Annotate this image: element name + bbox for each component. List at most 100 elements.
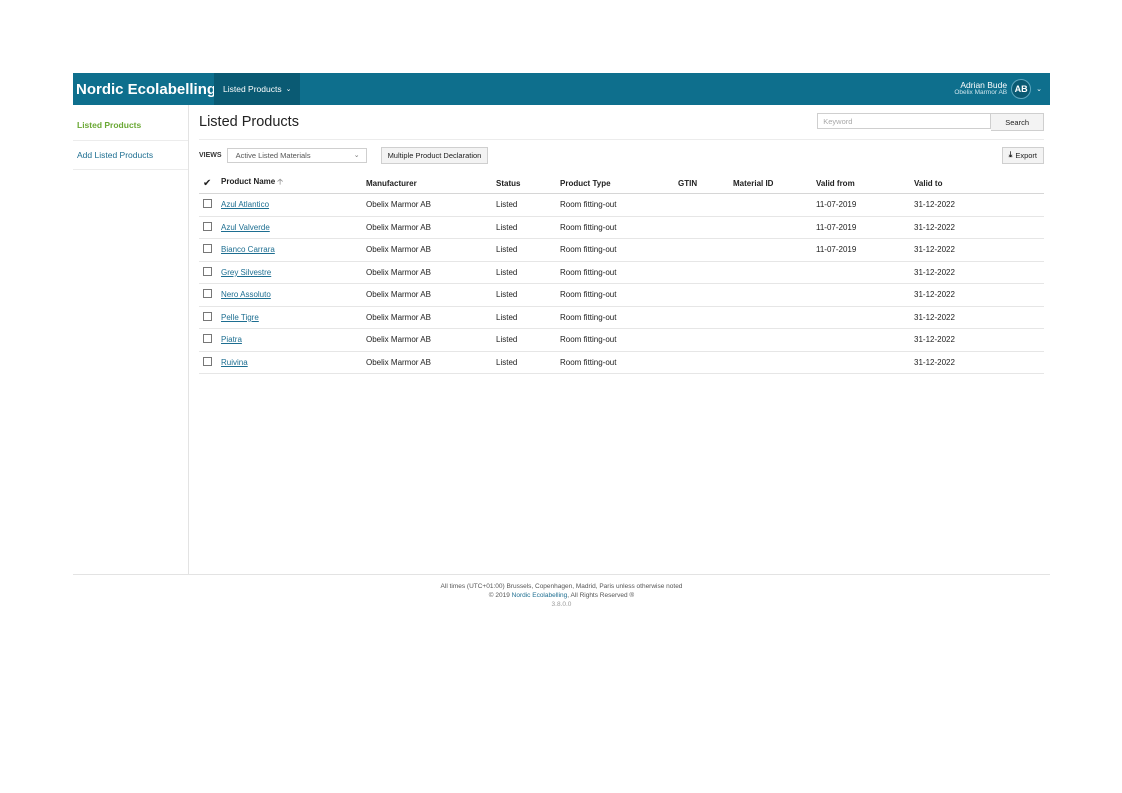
material-id-cell (733, 306, 816, 329)
table-header-row: ✔ Product Name 🡡 Manufacturer Status Prod… (199, 173, 1044, 194)
product-type-cell: Room fitting-out (560, 216, 678, 239)
table-row[interactable]: Pelle Tigre Obelix Marmor AB Listed Room fi… (199, 306, 1044, 329)
valid-to-cell: 31-12-2022 (914, 261, 1044, 284)
column-header-material-id[interactable]: Material ID (733, 173, 816, 194)
valid-from-cell: 11-07-2019 (816, 238, 914, 262)
column-header-gtin[interactable]: GTIN (678, 173, 733, 194)
product-type-cell: Room fitting-out (560, 193, 678, 217)
valid-from-cell: 11-07-2019 (816, 216, 914, 239)
copyright: © 2019 Nordic Ecolabelling, All Rights R… (488, 591, 635, 599)
row-checkbox[interactable] (203, 266, 212, 276)
product-type-cell: Room fitting-out (560, 261, 678, 284)
product-name-link[interactable]: Grey Silvestre (221, 268, 271, 277)
table-row[interactable]: Bianco Carrara Obelix Marmor AB Listed Room… (199, 238, 1044, 262)
material-id-cell (733, 238, 816, 262)
gtin-cell (678, 216, 733, 239)
chevron-down-icon[interactable]: ⌄ (1036, 85, 1042, 93)
material-id-cell (733, 193, 816, 217)
valid-from-cell (816, 328, 914, 352)
product-name-link[interactable]: Nero Assoluto (221, 290, 271, 299)
nav-label: Listed Products (223, 84, 282, 94)
product-name-link[interactable]: Piatra (221, 335, 242, 344)
download-icon: ⤓ (1008, 150, 1013, 159)
material-id-cell (733, 261, 816, 284)
chevron-down-icon: ⌄ (285, 86, 292, 93)
user-menu[interactable]: Adrian Bude Obelix Marmor AB AB ⌄ (954, 73, 1050, 105)
brand-logo[interactable]: Nordic Ecolabelling (73, 73, 216, 105)
gtin-cell (678, 328, 733, 352)
table-row[interactable]: Grey Silvestre Obelix Marmor AB Listed Room… (199, 261, 1044, 284)
multiple-product-declaration-button[interactable]: Multiple Product Declaration (380, 146, 489, 164)
avatar[interactable]: AB (1011, 79, 1032, 99)
product-name-link[interactable]: Pelle Tigre (221, 313, 259, 322)
row-checkbox[interactable] (203, 289, 212, 299)
row-checkbox[interactable] (203, 334, 212, 344)
app-frame: Nordic Ecolabelling Listed Products ⌄ Ad… (73, 73, 1050, 609)
row-checkbox[interactable] (203, 356, 212, 366)
status-cell: Listed (496, 238, 560, 262)
sidebar-item-listed-products[interactable]: Listed Products (73, 105, 188, 141)
table-row[interactable]: Nero Assoluto Obelix Marmor AB Listed Room … (199, 283, 1044, 307)
table-row[interactable]: Piatra Obelix Marmor AB Listed Room fitting… (199, 328, 1044, 352)
product-type-cell: Room fitting-out (560, 283, 678, 307)
row-checkbox[interactable] (203, 311, 212, 321)
products-table: ✔ Product Name 🡡 Manufacturer Status Prod… (199, 173, 1044, 374)
main-panel: Listed Products Search VIEWS Active List… (189, 105, 1050, 574)
table-row[interactable]: Azul Atlantico Obelix Marmor AB Listed Room… (199, 193, 1044, 217)
column-header-product-type[interactable]: Product Type (560, 173, 678, 194)
footer: All times (UTC+01:00) Brussels, Copenhag… (73, 583, 1050, 609)
product-name-link[interactable]: Bianco Carrara (221, 245, 275, 254)
column-header-manufacturer[interactable]: Manufacturer (366, 173, 496, 194)
valid-to-cell: 31-12-2022 (914, 193, 1044, 217)
manufacturer-cell: Obelix Marmor AB (366, 261, 496, 284)
table-row[interactable]: Ruivina Obelix Marmor AB Listed Room fittin… (199, 351, 1044, 374)
chevron-down-icon: ⌄ (353, 152, 360, 159)
search-input[interactable] (817, 113, 992, 129)
product-type-cell: Room fitting-out (560, 351, 678, 374)
valid-to-cell: 31-12-2022 (914, 328, 1044, 352)
gtin-cell (678, 261, 733, 284)
sort-up-icon: 🡡 (277, 177, 283, 186)
user-org: Obelix Marmor AB (954, 89, 1008, 97)
product-type-cell: Room fitting-out (560, 238, 678, 262)
column-header-valid-to[interactable]: Valid to (914, 173, 1044, 194)
column-header-valid-from[interactable]: Valid from (816, 173, 914, 194)
gtin-cell (678, 351, 733, 374)
product-type-cell: Room fitting-out (560, 328, 678, 352)
manufacturer-cell: Obelix Marmor AB (366, 351, 496, 374)
sidebar-item-label: Add Listed Products (77, 150, 154, 160)
valid-to-cell: 31-12-2022 (914, 238, 1044, 262)
status-cell: Listed (496, 328, 560, 352)
material-id-cell (733, 351, 816, 374)
search-box: Search (817, 113, 1044, 131)
timezone-note: All times (UTC+01:00) Brussels, Copenhag… (440, 583, 683, 590)
sidebar-item-add-listed-products[interactable]: Add Listed Products (73, 141, 188, 170)
export-label: Export (1015, 150, 1037, 160)
views-selected-value: Active Listed Materials (235, 150, 311, 160)
material-id-cell (733, 328, 816, 352)
footer-link-nordic-ecolabelling[interactable]: Nordic Ecolabelling (512, 592, 568, 599)
product-name-link[interactable]: Ruivina (221, 358, 248, 367)
export-button[interactable]: ⤓ Export (1001, 146, 1044, 164)
column-header-status[interactable]: Status (496, 173, 560, 194)
manufacturer-cell: Obelix Marmor AB (366, 238, 496, 262)
row-checkbox[interactable] (203, 221, 212, 231)
manufacturer-cell: Obelix Marmor AB (366, 193, 496, 217)
valid-from-cell (816, 261, 914, 284)
search-button[interactable]: Search (991, 113, 1044, 131)
row-checkbox[interactable] (203, 244, 212, 254)
manufacturer-cell: Obelix Marmor AB (366, 283, 496, 307)
nav-listed-products[interactable]: Listed Products ⌄ (214, 73, 301, 105)
product-name-link[interactable]: Azul Valverde (221, 223, 270, 232)
product-type-cell: Room fitting-out (560, 306, 678, 329)
version: 3.8.0.0 (551, 600, 572, 608)
table-row[interactable]: Azul Valverde Obelix Marmor AB Listed Room … (199, 216, 1044, 239)
valid-to-cell: 31-12-2022 (914, 351, 1044, 374)
views-select[interactable]: Active Listed Materials ⌄ (226, 147, 367, 163)
column-header-product-name[interactable]: Product Name 🡡 (221, 173, 366, 194)
product-name-link[interactable]: Azul Atlantico (221, 200, 269, 209)
manufacturer-cell: Obelix Marmor AB (366, 306, 496, 329)
status-cell: Listed (496, 216, 560, 239)
select-all-check-icon[interactable]: ✔ (203, 178, 211, 189)
row-checkbox[interactable] (203, 199, 212, 209)
